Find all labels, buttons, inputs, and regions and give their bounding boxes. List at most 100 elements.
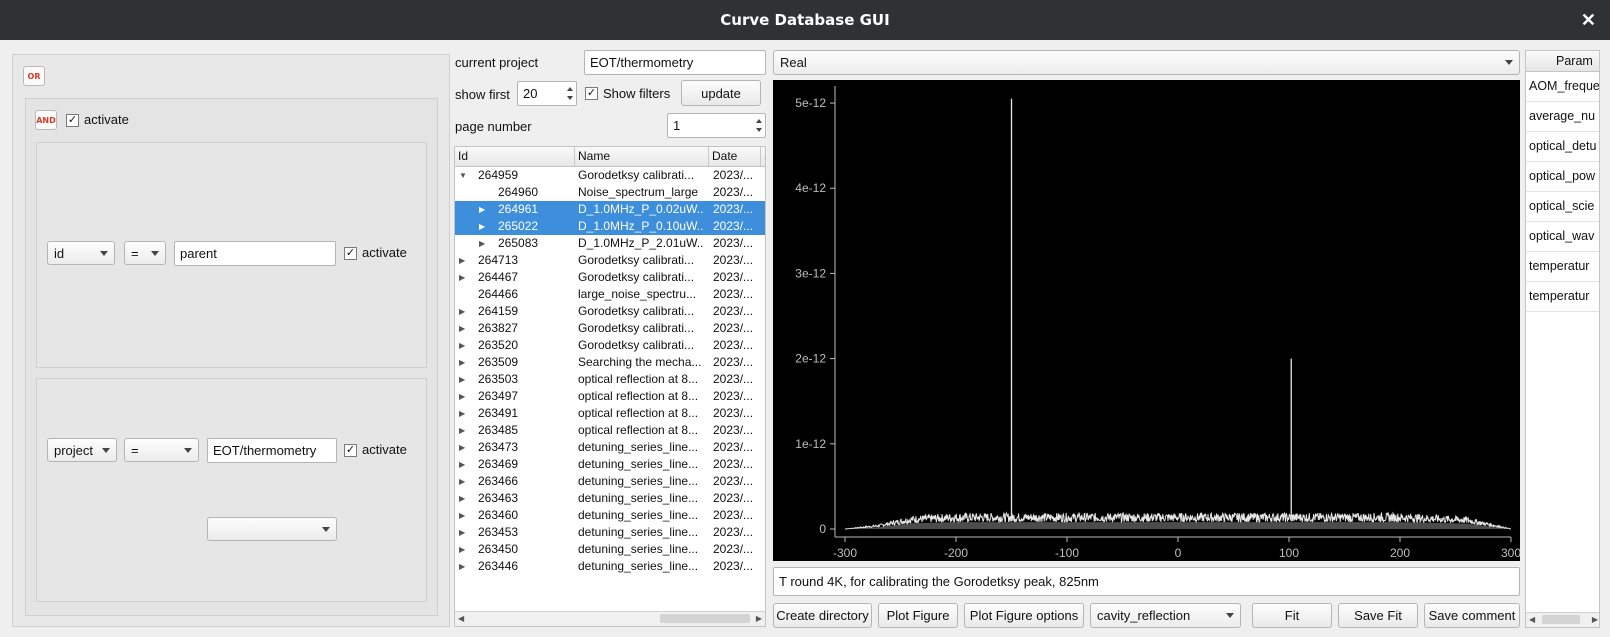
filter2-op-select[interactable]: =: [124, 438, 199, 462]
collapsed-arrow-icon[interactable]: ▶: [459, 269, 465, 286]
tree-row[interactable]: ▶ 263827 Gorodetksy calibrati... 2023/...: [455, 320, 765, 337]
filter1-activate-checkbox[interactable]: ✓: [344, 247, 357, 260]
update-button[interactable]: update: [681, 80, 761, 106]
collapsed-arrow-icon[interactable]: ▶: [479, 218, 485, 235]
scroll-thumb[interactable]: [1542, 615, 1580, 624]
collapsed-arrow-icon[interactable]: ▶: [459, 405, 465, 422]
tree-row[interactable]: ▶ 263520 Gorodetksy calibrati... 2023/...: [455, 337, 765, 354]
column-s[interactable]: S: [761, 147, 765, 166]
scroll-left-icon[interactable]: ◀: [1529, 615, 1535, 624]
tree-row[interactable]: ▶ 263509 Searching the mecha... 2023/...: [455, 354, 765, 371]
param-item[interactable]: temperatur: [1526, 282, 1599, 312]
filter2-value-input[interactable]: EOT/thermometry: [207, 438, 337, 463]
tree-row[interactable]: 264466 large_noise_spectru... 2023/...: [455, 286, 765, 303]
tree-row[interactable]: ▶ 263450 detuning_series_line... 2023/...: [455, 541, 765, 558]
tree-row[interactable]: ▼ 264959 Gorodetksy calibrati... 2023/...: [455, 167, 765, 184]
spin-up-icon[interactable]: [567, 87, 573, 91]
plot-mode-select[interactable]: Real: [773, 50, 1520, 75]
tree-row[interactable]: ▶ 265083 D_1.0MHz_P_2.01uW... 2023/...: [455, 235, 765, 252]
plot-figure-button[interactable]: Plot Figure: [878, 603, 958, 628]
fit-button[interactable]: Fit: [1252, 603, 1332, 628]
collapsed-arrow-icon[interactable]: ▶: [459, 371, 465, 388]
params-hscrollbar[interactable]: ◀ ▶: [1526, 612, 1599, 627]
column-date[interactable]: Date: [709, 147, 761, 166]
tree-row[interactable]: ▶ 263463 detuning_series_line... 2023/...: [455, 490, 765, 507]
collapsed-arrow-icon[interactable]: ▶: [459, 456, 465, 473]
close-icon[interactable]: ✕: [1581, 10, 1596, 31]
filter1-op-select[interactable]: =: [124, 241, 166, 265]
show-first-spinbox[interactable]: 20: [517, 81, 577, 106]
and-activate-checkbox[interactable]: ✓: [66, 114, 79, 127]
scroll-thumb[interactable]: [660, 614, 750, 623]
collapsed-arrow-icon[interactable]: ▶: [459, 541, 465, 558]
tree-row[interactable]: ▶ 264961 D_1.0MHz_P_0.02uW... 2023/...: [455, 201, 765, 218]
collapsed-arrow-icon[interactable]: ▶: [479, 201, 485, 218]
collapsed-arrow-icon[interactable]: ▶: [459, 524, 465, 541]
or-button[interactable]: OR: [23, 66, 45, 86]
collapsed-arrow-icon[interactable]: ▶: [459, 422, 465, 439]
collapsed-arrow-icon[interactable]: ▶: [459, 507, 465, 524]
and-button[interactable]: AND: [35, 110, 57, 130]
collapsed-arrow-icon[interactable]: ▶: [459, 303, 465, 320]
plot-figure-options-button[interactable]: Plot Figure options: [964, 603, 1084, 628]
param-item[interactable]: temperatur: [1526, 252, 1599, 282]
param-item[interactable]: average_nu: [1526, 102, 1599, 132]
column-id[interactable]: Id: [455, 147, 575, 166]
scroll-left-icon[interactable]: ◀: [458, 614, 464, 623]
tree-row[interactable]: ▶ 263469 detuning_series_line... 2023/...: [455, 456, 765, 473]
param-item[interactable]: AOM_freque: [1526, 72, 1599, 102]
scroll-right-icon[interactable]: ▶: [756, 614, 762, 623]
param-item[interactable]: optical_scie: [1526, 192, 1599, 222]
spectrum-plot[interactable]: 0 1e-12 2e-12 3e-12 4e-12 5e-12 -300 -200 -100 0 1…: [773, 80, 1521, 561]
scroll-right-icon[interactable]: ▶: [1592, 615, 1598, 624]
tree-row[interactable]: ▶ 263446 detuning_series_line... 2023/...: [455, 558, 765, 575]
filter2-field-select[interactable]: project: [47, 438, 117, 462]
page-number-spinbox[interactable]: 1: [667, 113, 766, 138]
show-filters-checkbox[interactable]: ✓: [585, 87, 598, 100]
tree-row[interactable]: ▶ 263497 optical reflection at 8... 2023/..…: [455, 388, 765, 405]
curve-tree[interactable]: Id Name Date S ▼ 264959 Gorodetksy calibra…: [454, 146, 766, 627]
tree-row[interactable]: 264960 Noise_spectrum_large 2023/...: [455, 184, 765, 201]
collapsed-arrow-icon[interactable]: ▶: [459, 337, 465, 354]
param-item[interactable]: optical_detu: [1526, 132, 1599, 162]
tree-row[interactable]: ▶ 263460 detuning_series_line... 2023/...: [455, 507, 765, 524]
tree-row[interactable]: ▶ 264713 Gorodetksy calibrati... 2023/...: [455, 252, 765, 269]
expanded-arrow-icon[interactable]: ▼: [459, 167, 467, 184]
params-panel[interactable]: Param AOM_freque average_nu optical_detu op…: [1525, 50, 1600, 628]
collapsed-arrow-icon[interactable]: ▶: [459, 320, 465, 337]
tree-row[interactable]: ▶ 264467 Gorodetksy calibrati... 2023/...: [455, 269, 765, 286]
tree-row[interactable]: ▶ 263466 detuning_series_line... 2023/...: [455, 473, 765, 490]
tree-row[interactable]: ▶ 263485 optical reflection at 8... 2023/..…: [455, 422, 765, 439]
param-item[interactable]: optical_pow: [1526, 162, 1599, 192]
collapsed-arrow-icon[interactable]: ▶: [459, 439, 465, 456]
filter2-extra-select[interactable]: [207, 517, 337, 541]
collapsed-arrow-icon[interactable]: ▶: [459, 558, 465, 575]
save-comment-button[interactable]: Save comment: [1424, 603, 1520, 628]
create-directory-button[interactable]: Create directory: [773, 603, 872, 628]
tree-row[interactable]: ▶ 263453 detuning_series_line... 2023/...: [455, 524, 765, 541]
collapsed-arrow-icon[interactable]: ▶: [459, 388, 465, 405]
filter2-activate-checkbox[interactable]: ✓: [344, 444, 357, 457]
collapsed-arrow-icon[interactable]: ▶: [459, 354, 465, 371]
tree-row[interactable]: ▶ 264159 Gorodetksy calibrati... 2023/...: [455, 303, 765, 320]
column-name[interactable]: Name: [575, 147, 709, 166]
collapsed-arrow-icon[interactable]: ▶: [459, 473, 465, 490]
comment-input[interactable]: T round 4K, for calibrating the Gorodetk…: [773, 567, 1520, 596]
collapsed-arrow-icon[interactable]: ▶: [479, 235, 485, 252]
spin-down-icon[interactable]: [567, 96, 573, 100]
collapsed-arrow-icon[interactable]: ▶: [459, 252, 465, 269]
tree-row[interactable]: ▶ 265022 D_1.0MHz_P_0.10uW... 2023/...: [455, 218, 765, 235]
tree-row[interactable]: ▶ 263503 optical reflection at 8... 2023/..…: [455, 371, 765, 388]
tree-row[interactable]: ▶ 263473 detuning_series_line... 2023/...: [455, 439, 765, 456]
param-item[interactable]: optical_wav: [1526, 222, 1599, 252]
filter1-value-input[interactable]: parent: [174, 241, 336, 266]
tree-hscrollbar[interactable]: ◀ ▶: [455, 611, 765, 626]
params-header[interactable]: Param: [1526, 51, 1599, 72]
fit-model-select[interactable]: cavity_reflection: [1090, 603, 1241, 628]
save-fit-button[interactable]: Save Fit: [1338, 603, 1418, 628]
collapsed-arrow-icon[interactable]: ▶: [459, 490, 465, 507]
filter1-field-select[interactable]: id: [47, 241, 115, 265]
current-project-input[interactable]: EOT/thermometry: [584, 50, 766, 75]
spin-down-icon[interactable]: [756, 128, 762, 132]
tree-row[interactable]: ▶ 263491 optical reflection at 8... 2023/..…: [455, 405, 765, 422]
